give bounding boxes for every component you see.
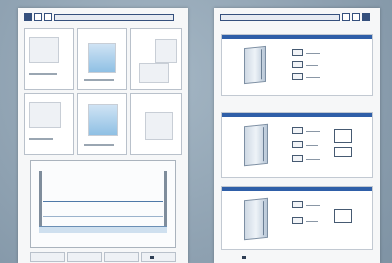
header-box-icon [34, 13, 42, 21]
header-box-icon [352, 13, 360, 21]
thumbnail [104, 252, 139, 262]
product-block [221, 112, 373, 178]
thumbnail-strip [30, 252, 176, 262]
right-page-title-bar [220, 13, 340, 21]
profile-detail-diagram [139, 63, 169, 83]
caption-line [84, 144, 114, 146]
thumbnail [30, 252, 65, 262]
diagram-panel [130, 93, 182, 155]
install-diagram [29, 37, 59, 63]
product-header-bar [222, 187, 372, 191]
option-text-line [306, 77, 320, 78]
installation-drawing [30, 160, 176, 248]
thumbnail [141, 252, 176, 262]
diagram-panel [77, 28, 127, 90]
right-page-header [220, 13, 372, 21]
wall-left [39, 171, 42, 233]
caption-line [84, 79, 114, 81]
option-text-line [306, 131, 320, 132]
shower-photo [88, 104, 118, 136]
shower-enclosure-image [244, 45, 266, 85]
product-block [221, 186, 373, 250]
right-catalog-page [214, 8, 380, 263]
profile-option-icon [292, 127, 303, 134]
page-number-mark [150, 256, 154, 259]
page-number-mark [242, 256, 246, 259]
dimension-diagram [334, 147, 352, 157]
option-text-line [306, 159, 320, 160]
diagram-panel [24, 28, 74, 90]
caption-line [29, 73, 57, 75]
dimension-line [43, 201, 163, 202]
corner-detail-diagram [145, 112, 173, 140]
diagram-panel [130, 28, 182, 90]
thumbnail [67, 252, 102, 262]
shower-enclosure-image [244, 123, 268, 167]
profile-option-icon [292, 201, 303, 208]
header-box-icon [24, 13, 32, 21]
product-header-bar [222, 113, 372, 117]
option-text-line [306, 205, 320, 206]
diagram-panel [77, 93, 127, 155]
header-box-icon [44, 13, 52, 21]
profile-option-icon [292, 49, 303, 56]
diagram-panel [24, 93, 74, 155]
left-page-header [24, 13, 174, 21]
left-page-title-bar [54, 13, 174, 21]
dimension-diagram [334, 129, 352, 143]
install-diagram [29, 102, 61, 128]
option-text-line [306, 65, 318, 66]
header-box-icon [342, 13, 350, 21]
product-block [221, 34, 373, 96]
profile-option-icon [292, 73, 303, 80]
shower-tray [39, 226, 167, 233]
profile-option-icon [292, 217, 303, 224]
left-catalog-page [18, 8, 188, 263]
profile-option-icon [292, 155, 303, 162]
shower-photo [88, 43, 116, 73]
header-box-icon [362, 13, 370, 21]
profile-option-icon [292, 61, 303, 68]
option-text-line [306, 53, 320, 54]
caption-line [29, 138, 53, 140]
hinge-detail-diagram [155, 39, 177, 63]
wall-right [164, 171, 167, 233]
dimension-diagram [334, 209, 352, 223]
option-text-line [306, 145, 318, 146]
profile-option-icon [292, 141, 303, 148]
product-header-bar [222, 35, 372, 39]
shower-enclosure-image [244, 197, 268, 241]
option-text-line [306, 221, 318, 222]
dimension-line [43, 216, 163, 217]
